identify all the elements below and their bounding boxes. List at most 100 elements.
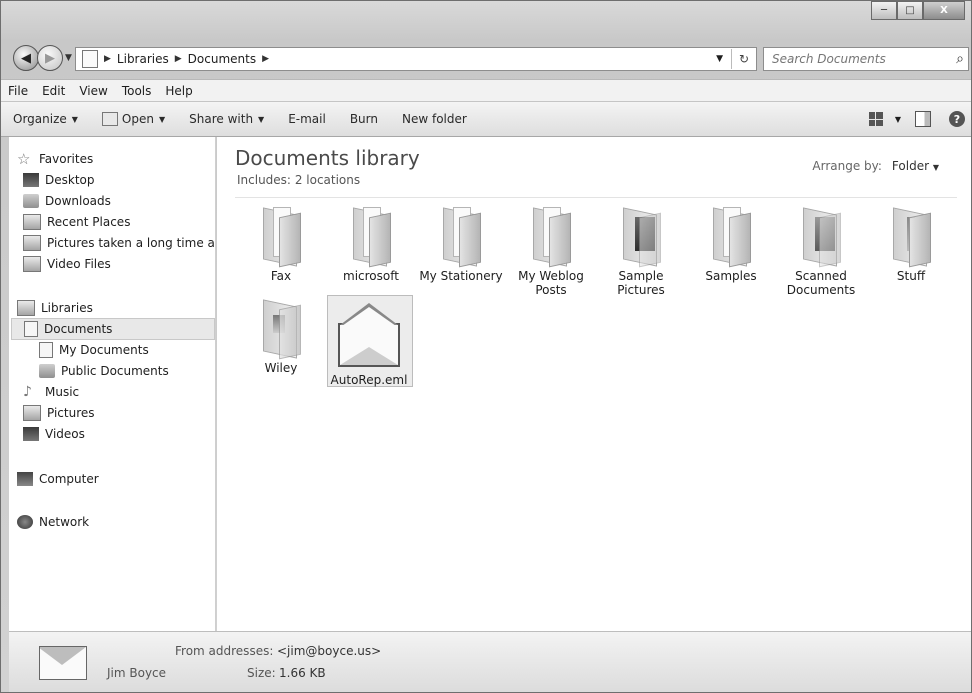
- nav-libraries[interactable]: Libraries: [17, 298, 93, 318]
- nav-public-documents[interactable]: Public Documents: [39, 361, 169, 381]
- change-view-button[interactable]: ▼: [868, 112, 901, 126]
- share-with-button[interactable]: Share with ▼: [177, 112, 276, 126]
- nav-video-files[interactable]: Video Files: [23, 254, 111, 274]
- back-button[interactable]: ◀: [13, 45, 39, 71]
- menu-tools[interactable]: Tools: [115, 84, 159, 98]
- item-label: microsoft: [343, 269, 399, 283]
- item-label: Wiley: [264, 361, 298, 375]
- breadcrumb-chevron-icon[interactable]: ▶: [175, 54, 182, 64]
- arrange-by: Arrange by: Folder ▼: [812, 159, 939, 173]
- menu-file[interactable]: File: [1, 84, 35, 98]
- nav-label: My Documents: [59, 343, 149, 357]
- address-bar[interactable]: ▶ Libraries ▶ Documents ▶ ▼ ↻: [75, 47, 757, 71]
- document-folder-icon: [261, 299, 301, 360]
- videos-icon: [23, 427, 39, 441]
- nav-desktop[interactable]: Desktop: [23, 170, 95, 190]
- music-icon: ♪: [23, 384, 32, 400]
- file-item-samples[interactable]: Samples: [689, 207, 773, 283]
- forward-arrow-icon: ▶: [45, 50, 55, 66]
- maximize-button[interactable]: □: [897, 1, 923, 20]
- search-icon[interactable]: ⌕: [956, 51, 964, 67]
- documents-icon: [24, 321, 38, 337]
- menu-view[interactable]: View: [72, 84, 114, 98]
- open-button[interactable]: Open ▼: [90, 112, 177, 126]
- nav-documents[interactable]: Documents: [11, 318, 215, 340]
- pictures-icon: [23, 405, 41, 421]
- network-icon: [17, 515, 33, 529]
- folder-icon: [39, 364, 55, 378]
- chevron-down-icon: ▼: [894, 114, 901, 124]
- file-item-scanned-documents[interactable]: Scanned Documents: [779, 207, 863, 297]
- file-item-autorep-eml[interactable]: AutoRep.eml: [327, 299, 411, 387]
- nav-favorites[interactable]: ☆ Favorites: [17, 149, 93, 169]
- file-item-my-stationery[interactable]: My Stationery: [419, 207, 503, 283]
- nav-label: Favorites: [39, 152, 94, 166]
- folder-icon: [39, 342, 53, 358]
- close-button[interactable]: X: [923, 1, 965, 20]
- folder-icon: [351, 207, 391, 268]
- item-label: AutoRep.eml: [330, 373, 408, 387]
- chevron-down-icon: ▼: [71, 114, 78, 124]
- item-label: Scanned Documents: [786, 269, 856, 297]
- arrange-dropdown[interactable]: Folder ▼: [892, 159, 939, 173]
- preview-pane-icon[interactable]: [915, 111, 931, 127]
- forward-button[interactable]: ▶: [37, 45, 63, 71]
- item-label: My Stationery: [419, 269, 503, 283]
- help-icon[interactable]: ?: [949, 111, 965, 127]
- open-icon: [101, 112, 118, 126]
- menu-help[interactable]: Help: [158, 84, 199, 98]
- nav-computer[interactable]: Computer: [17, 469, 99, 489]
- burn-button[interactable]: Burn: [338, 112, 390, 126]
- nav-pictures-long-ago[interactable]: Pictures taken a long time ago: [23, 233, 216, 253]
- breadcrumb-documents[interactable]: Documents: [188, 52, 256, 66]
- folder-icon: [891, 207, 931, 268]
- locations-link[interactable]: 2 locations: [295, 173, 360, 187]
- file-item-microsoft[interactable]: microsoft: [329, 207, 413, 283]
- new-folder-button[interactable]: New folder: [390, 112, 479, 126]
- nav-network[interactable]: Network: [17, 512, 89, 532]
- item-label: Stuff: [896, 269, 926, 283]
- file-item-sample-pictures[interactable]: Sample Pictures: [599, 207, 683, 297]
- file-item-wiley[interactable]: Wiley: [239, 299, 323, 375]
- minimize-button[interactable]: ─: [871, 1, 897, 20]
- menu-edit[interactable]: Edit: [35, 84, 72, 98]
- file-item-stuff[interactable]: Stuff: [869, 207, 953, 283]
- recent-pages-dropdown[interactable]: ▼: [65, 53, 72, 63]
- nav-label: Public Documents: [61, 364, 169, 378]
- menu-bar: File Edit View Tools Help: [1, 79, 971, 102]
- view-grid-icon: [868, 112, 883, 126]
- nav-label: Pictures taken a long time ago: [47, 236, 216, 250]
- nav-my-documents[interactable]: My Documents: [39, 340, 149, 360]
- organize-label: Organize: [13, 112, 67, 126]
- nav-label: Libraries: [41, 301, 93, 315]
- breadcrumb-chevron-icon[interactable]: ▶: [262, 54, 269, 64]
- arrange-value: Folder: [891, 159, 930, 173]
- picture-folder-icon: [801, 207, 841, 268]
- search-box[interactable]: ⌕: [763, 47, 969, 71]
- details-pane: Jim Boyce From addresses: <jim@boyce.us>…: [9, 631, 971, 692]
- nav-downloads[interactable]: Downloads: [23, 191, 111, 211]
- back-arrow-icon: ◀: [21, 50, 31, 66]
- size-label: Size:: [247, 666, 276, 680]
- organize-button[interactable]: Organize ▼: [1, 112, 90, 126]
- item-label: Sample Pictures: [617, 269, 665, 297]
- nav-recent-places[interactable]: Recent Places: [23, 212, 130, 232]
- nav-label: Music: [45, 385, 80, 399]
- header-divider: [235, 197, 957, 198]
- nav-music[interactable]: ♪ Music: [23, 382, 79, 402]
- explorer-window: ─ □ X ◀ ▶ ▼ ▶ Libraries ▶ Documents ▶ ▼ …: [0, 0, 972, 693]
- address-history-dropdown[interactable]: ▼: [716, 54, 723, 64]
- nav-pictures[interactable]: Pictures: [23, 403, 95, 423]
- email-button[interactable]: E-mail: [276, 112, 338, 126]
- breadcrumb-libraries[interactable]: Libraries: [117, 52, 169, 66]
- nav-label: Computer: [39, 472, 99, 486]
- file-item-fax[interactable]: Fax: [239, 207, 323, 283]
- search-folder-icon: [23, 235, 41, 251]
- breadcrumb-chevron-icon[interactable]: ▶: [104, 54, 111, 64]
- refresh-icon[interactable]: ↻: [731, 49, 756, 69]
- file-item-my-weblog-posts[interactable]: My Weblog Posts: [509, 207, 593, 297]
- nav-videos[interactable]: Videos: [23, 424, 85, 444]
- search-input[interactable]: [770, 51, 944, 67]
- desktop-icon: [23, 173, 39, 187]
- navigation-pane: ☆ Favorites Desktop Downloads Recent Plac…: [9, 137, 216, 631]
